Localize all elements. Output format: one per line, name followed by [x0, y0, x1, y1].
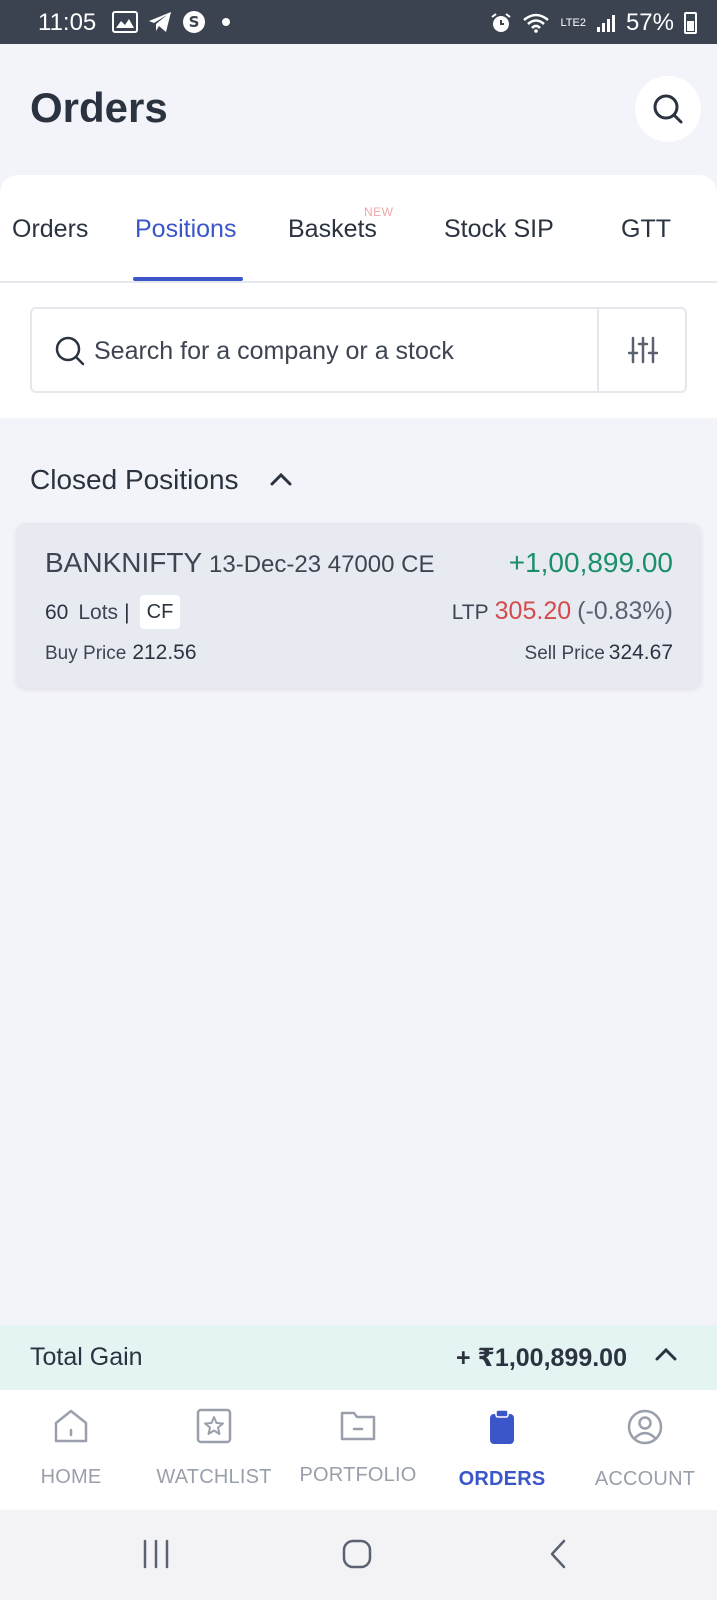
lots-separator: |: [124, 601, 130, 624]
app-notification-icon: [112, 11, 138, 33]
nav-portfolio-label: PORTFOLIO: [299, 1464, 417, 1486]
status-time: 11:05: [38, 9, 97, 36]
orders-icon: [490, 1409, 514, 1444]
tab-stock-sip[interactable]: Stock SIP: [444, 215, 554, 244]
recent-apps-icon[interactable]: [140, 1538, 172, 1570]
buy-price-label: Buy Price: [45, 643, 127, 664]
sell-price-value: 324.67: [608, 641, 673, 664]
nav-home[interactable]: HOME: [1, 1408, 141, 1489]
tab-gtt[interactable]: GTT: [621, 215, 671, 244]
home-icon: [54, 1409, 88, 1443]
ltp-label: LTP: [451, 601, 489, 624]
wifi-icon: [523, 13, 550, 33]
nav-home-label: HOME: [40, 1466, 102, 1488]
ltp-value: 305.20: [494, 597, 572, 625]
system-status: LTE2 57%: [490, 9, 697, 37]
chevron-up-icon[interactable]: [655, 1347, 677, 1361]
filter-button[interactable]: [599, 309, 687, 391]
chevron-up-icon[interactable]: [270, 472, 292, 486]
product-badge: CF: [140, 595, 180, 629]
lots-count: 60: [45, 601, 69, 624]
sell-price-label: Sell Price: [524, 643, 605, 664]
total-gain-bar[interactable]: Total Gain + ₹1,00,899.00: [0, 1325, 717, 1390]
search-input[interactable]: [94, 331, 594, 371]
position-lots: 60 Lots |: [45, 601, 130, 625]
watchlist-icon: [196, 1408, 232, 1444]
search-icon: [653, 94, 683, 124]
position-card[interactable]: BANKNIFTY 13-Dec-23 47000 CE +1,00,899.0…: [16, 523, 701, 688]
telegram-icon: [149, 12, 171, 32]
nav-orders[interactable]: ORDERS: [432, 1408, 572, 1491]
ltp-change: (-0.83%): [577, 597, 673, 625]
position-symbol: BANKNIFTY: [45, 547, 203, 578]
active-tab-indicator: [133, 277, 243, 281]
new-badge: NEW: [364, 205, 394, 219]
nav-watchlist-label: WATCHLIST: [156, 1466, 272, 1488]
buy-price: Buy Price 212.56: [45, 641, 197, 665]
svg-text:S: S: [189, 13, 200, 31]
filter-sliders-icon: [628, 336, 658, 364]
closed-positions-title: Closed Positions: [30, 464, 239, 495]
search-icon: [55, 336, 85, 366]
battery-percent: 57%: [625, 9, 674, 36]
nav-portfolio[interactable]: PORTFOLIO: [288, 1408, 428, 1487]
lots-unit: Lots: [78, 601, 119, 624]
tab-orders[interactable]: Orders: [12, 215, 88, 244]
nav-orders-label: ORDERS: [458, 1468, 546, 1490]
nav-account-label: ACCOUNT: [594, 1468, 696, 1490]
system-nav-bar: [0, 1510, 717, 1600]
portfolio-icon: [340, 1411, 376, 1441]
position-contract: 13-Dec-23 47000 CE: [209, 551, 435, 578]
page-title: Orders: [30, 84, 168, 131]
page-header: Orders: [0, 44, 717, 176]
network-label: LTE2: [560, 16, 586, 29]
total-gain-label: Total Gain: [30, 1343, 143, 1371]
notification-icons: S: [112, 10, 230, 34]
nav-watchlist[interactable]: WATCHLIST: [144, 1408, 284, 1489]
sell-price: Sell Price 324.67: [525, 641, 673, 665]
orders-panel: Orders Positions Baskets NEW Stock SIP G…: [0, 175, 717, 418]
alarm-icon: [491, 13, 512, 32]
tab-positions[interactable]: Positions: [135, 215, 236, 244]
tab-bar: Orders Positions Baskets NEW Stock SIP G…: [0, 175, 717, 283]
status-bar: 11:05 S LTE2 57%: [0, 0, 717, 44]
battery-icon: [684, 12, 697, 34]
tab-baskets[interactable]: Baskets: [288, 215, 377, 244]
home-button-icon[interactable]: [341, 1538, 373, 1570]
bottom-nav: HOME WATCHLIST PORTFOLIO ORDERS ACCOUNT: [0, 1390, 717, 1510]
position-ltp: LTP 305.20 (-0.83%): [452, 597, 673, 626]
account-icon: [627, 1409, 663, 1445]
nav-account[interactable]: ACCOUNT: [575, 1408, 715, 1491]
app-s-icon: S: [183, 11, 205, 33]
more-dot-icon: [222, 18, 230, 26]
signal-icon: [596, 15, 615, 32]
buy-price-value: 212.56: [132, 641, 197, 664]
total-gain-value: + ₹1,00,899.00: [455, 1344, 627, 1372]
position-search: [30, 307, 687, 393]
search-button[interactable]: [635, 76, 701, 142]
position-pnl: +1,00,899.00: [508, 547, 673, 578]
back-icon[interactable]: [547, 1538, 569, 1570]
